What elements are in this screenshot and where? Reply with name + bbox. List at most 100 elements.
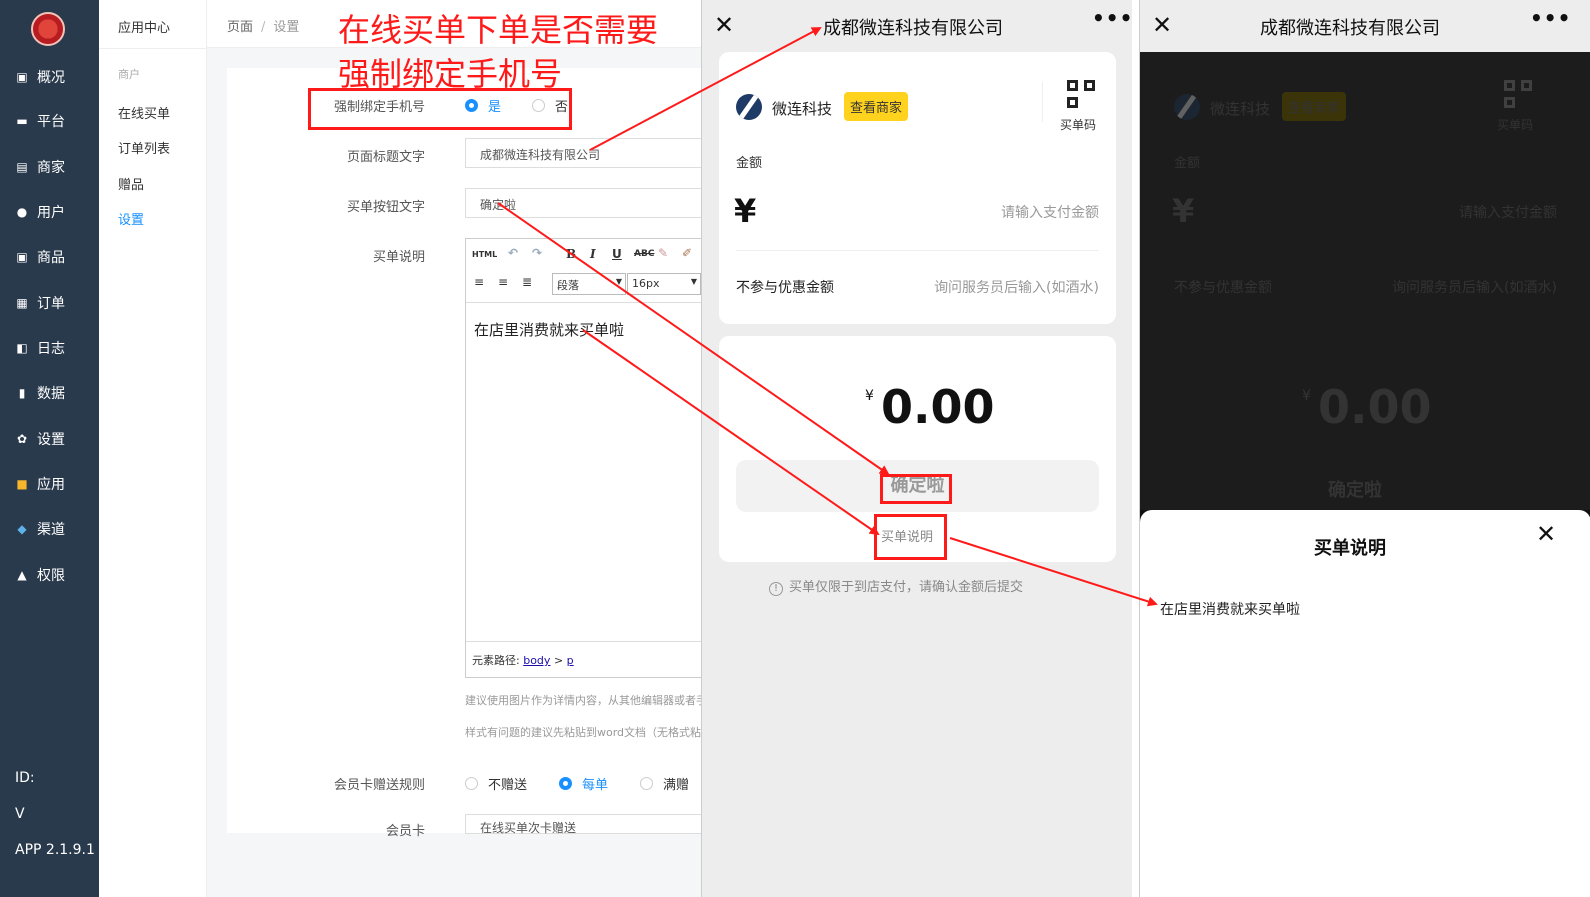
radio-label: 满赠 <box>663 778 690 793</box>
bold-icon[interactable]: B <box>566 247 576 261</box>
goods-icon: ▣ <box>16 250 28 264</box>
submenu-item-online-pay[interactable]: 在线买单 <box>118 103 170 122</box>
sheet-close-icon[interactable]: ✕ <box>1536 520 1556 548</box>
log-icon: ◧ <box>16 341 28 355</box>
breadcrumb-page[interactable]: 页面 <box>227 20 253 35</box>
brand-logo-icon <box>1174 94 1200 120</box>
merchant-name: 微连科技 <box>772 100 833 118</box>
more-icon[interactable]: ••• <box>1092 6 1133 30</box>
sidebar-item-data[interactable]: ▮ 数据 <box>0 378 99 408</box>
exclude-amount-input[interactable]: 询问服务员后输入(如酒水) <box>934 277 1099 297</box>
align-left-icon[interactable]: ≡ <box>474 275 484 289</box>
align-right-icon[interactable]: ≡ <box>498 275 508 289</box>
qr-code-label[interactable]: 买单码 <box>1060 116 1096 133</box>
annotation-text: 在线买单下单是否需要 强制绑定手机号 <box>338 8 658 96</box>
more-icon[interactable]: ••• <box>1530 6 1571 30</box>
shop-icon: ▤ <box>16 160 28 174</box>
qr-code-icon[interactable] <box>1067 80 1095 108</box>
logo <box>31 12 65 46</box>
font-size-select-value: 16px <box>632 277 660 290</box>
sidebar-item-settings[interactable]: ✿ 设置 <box>0 424 99 454</box>
font-size-select[interactable]: 16px ▼ <box>627 273 701 295</box>
submenu: 应用中心 商户 在线买单 订单列表 赠品 设置 <box>99 0 207 897</box>
sidebar-item-label: 权限 <box>37 568 65 584</box>
divider <box>1042 82 1043 122</box>
breadcrumb-sep: / <box>261 20 266 35</box>
sidebar-item-platform[interactable]: ▬ 平台 <box>0 106 99 136</box>
sidebar-item-apps[interactable]: ■ 应用 <box>0 469 99 499</box>
underline-icon[interactable]: U <box>612 247 622 261</box>
italic-icon[interactable]: I <box>590 247 596 261</box>
submenu-title: 应用中心 <box>118 21 171 36</box>
undo-icon[interactable]: ↶ <box>508 246 518 260</box>
rich-text-editor[interactable]: HTML ↶ ↷ B I U ABC ✎ ✐ ✦ ≡ ≡ ≣ 段落▼ 16px▼… <box>465 238 725 678</box>
amount-label: 金额 <box>736 156 763 171</box>
screen: ▣ 概况 ▬ 平台 ▤ 商家 ● 用户 ▣ 商品 ▦ 订单 ◧ 日志 ▮ 数据 ✿ 设置 ■ 应用 … <box>0 0 1590 897</box>
close-icon[interactable]: ✕ <box>1152 11 1172 39</box>
sidebar-item-label: 日志 <box>37 341 65 357</box>
sidebar-item-label: 订单 <box>37 296 65 312</box>
editor-content[interactable]: 在店里消费就来买单啦 <box>474 319 624 340</box>
chevron-down-icon: ▼ <box>690 277 697 286</box>
paragraph-select-value: 段落 <box>557 279 579 292</box>
gift-rule-full-radio[interactable]: 满赠 <box>640 774 689 793</box>
annotation-box-confirm <box>880 474 952 504</box>
channel-icon: ◆ <box>17 522 27 536</box>
monitor-icon: ▬ <box>16 114 28 128</box>
sidebar-item-order[interactable]: ▦ 订单 <box>0 288 99 318</box>
annotation-box-desc <box>874 514 947 560</box>
payment-card: 微连科技 查看商家 买单码 金额 ¥ 请输入支付金额 不参与优惠金额 询问服务员… <box>719 52 1116 324</box>
sidebar-item-log[interactable]: ◧ 日志 <box>0 333 99 363</box>
submenu-item-settings[interactable]: 设置 <box>118 209 144 228</box>
exclude-amount-label: 不参与优惠金额 <box>736 280 834 296</box>
total-amount: 0.00 <box>881 380 995 434</box>
radio-label: 每单 <box>582 778 609 793</box>
sidebar-item-overview[interactable]: ▣ 概况 <box>0 62 99 92</box>
sidebar-item-goods[interactable]: ▣ 商品 <box>0 242 99 272</box>
radio-dot <box>640 777 653 790</box>
amount-input[interactable]: 请输入支付金额 <box>1001 202 1099 222</box>
amount-label: 金额 <box>1174 156 1201 171</box>
submenu-item-order-list[interactable]: 订单列表 <box>118 138 170 157</box>
info-icon: ! <box>769 582 783 596</box>
sidebar-item-label: 平台 <box>37 114 65 130</box>
total-currency: ¥ <box>1302 388 1311 404</box>
phone-preview-sheet: ✕ 成都微连科技有限公司 ••• 微连科技 查看商家 买单码 金额 ¥ 请输入支… <box>1139 0 1590 897</box>
page-title-input[interactable]: 成都微连科技有限公司 <box>465 138 724 168</box>
submenu-item-gift[interactable]: 赠品 <box>118 174 144 193</box>
sidebar-item-permission[interactable]: ▲ 权限 <box>0 560 99 590</box>
sidebar-item-label: 设置 <box>37 432 65 448</box>
button-text-input[interactable]: 确定啦 <box>465 188 724 218</box>
radio-dot <box>465 777 478 790</box>
strikethrough-icon[interactable]: ABC <box>634 249 654 259</box>
phone-title: 成都微连科技有限公司 <box>1260 18 1440 39</box>
element-path-body-link[interactable]: body <box>523 654 550 667</box>
sheet-title: 买单说明 <box>1314 538 1386 559</box>
button-text-label: 买单按钮文字 <box>346 200 425 215</box>
currency-symbol: ¥ <box>734 192 757 230</box>
amount-input: 请输入支付金额 <box>1459 205 1557 221</box>
element-path-p-link[interactable]: p <box>567 654 574 667</box>
confirm-button: 确定啦 <box>1328 480 1382 501</box>
sidebar-item-label: 用户 <box>37 205 65 221</box>
paragraph-select[interactable]: 段落 ▼ <box>552 273 626 295</box>
element-path: 元素路径: body > p <box>466 641 725 677</box>
gift-rule-each-radio[interactable]: 每单 <box>559 774 608 793</box>
sidebar-item-label: 应用 <box>37 477 65 493</box>
chevron-down-icon: ▼ <box>615 277 622 286</box>
sidebar-item-user[interactable]: ● 用户 <box>0 197 99 227</box>
gift-rule-none-radio[interactable]: 不赠送 <box>465 774 527 793</box>
eraser-icon[interactable]: ✎ <box>658 246 668 260</box>
sidebar-item-merchant[interactable]: ▤ 商家 <box>0 152 99 182</box>
redo-icon[interactable]: ↷ <box>532 246 542 260</box>
brush-icon[interactable]: ✐ <box>682 246 692 260</box>
view-merchant-button[interactable]: 查看商家 <box>844 92 909 121</box>
sidebar-item-channel[interactable]: ◆ 渠道 <box>0 514 99 544</box>
close-icon[interactable]: ✕ <box>714 11 734 39</box>
member-card-select[interactable]: 在线买单次卡赠送 <box>465 814 724 835</box>
sheet-content: 在店里消费就来买单啦 <box>1160 602 1300 618</box>
html-button[interactable]: HTML <box>472 250 497 259</box>
qr-code-icon <box>1504 80 1532 108</box>
justify-icon[interactable]: ≣ <box>522 275 532 289</box>
element-path-sep: > <box>553 654 564 667</box>
